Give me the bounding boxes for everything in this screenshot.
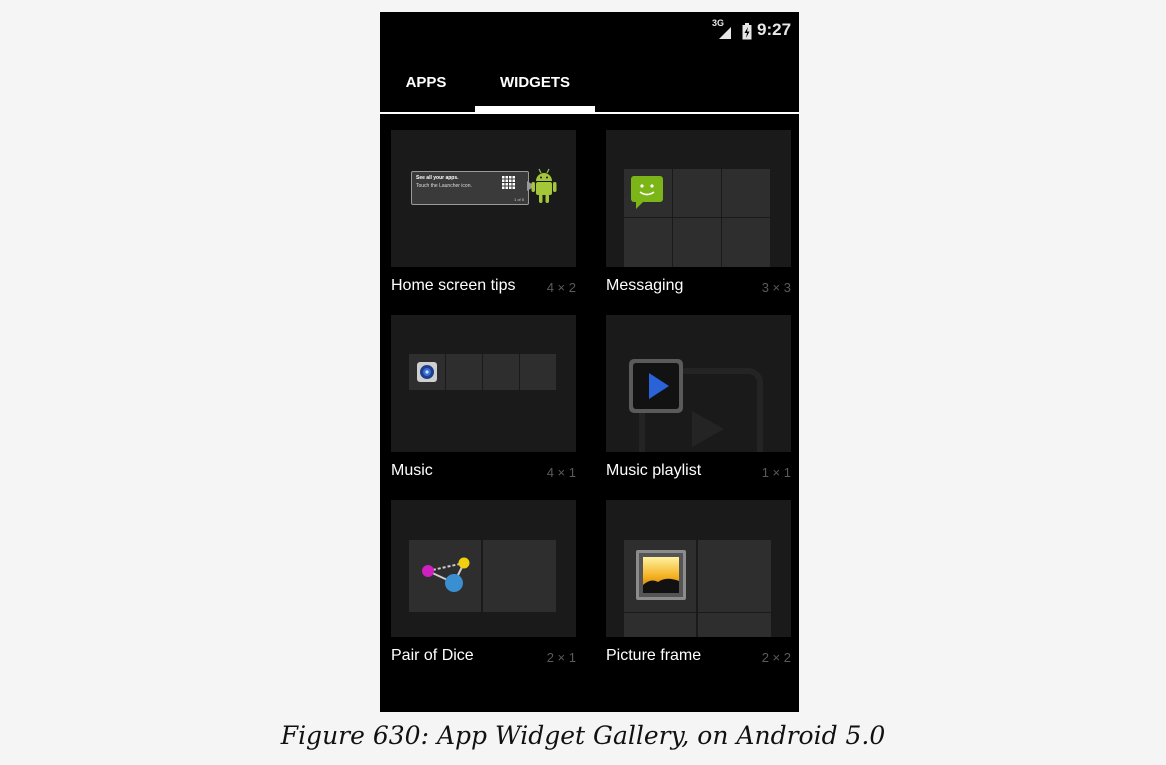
tab-apps[interactable]: APPS <box>380 52 486 113</box>
widget-size: 3 × 3 <box>761 280 791 295</box>
widget-preview <box>606 315 791 452</box>
figure-caption: Figure 630: App Widget Gallery, on Andro… <box>280 721 886 750</box>
tips-line-2: Touch the Launcher icon. <box>416 183 472 189</box>
widget-size: 2 × 1 <box>546 650 576 665</box>
widget-name: Messaging <box>606 277 684 294</box>
play-icon <box>629 359 683 413</box>
signal-icon <box>719 27 731 39</box>
widget-pair-of-dice[interactable]: Pair of Dice 2 × 1 <box>391 500 576 675</box>
widget-name: Home screen tips <box>391 277 516 294</box>
widget-size: 4 × 2 <box>546 280 576 295</box>
picture-frame-icon <box>636 550 686 600</box>
tab-divider <box>380 112 799 114</box>
widget-home-screen-tips[interactable]: See all your apps. Touch the Launcher ic… <box>391 130 576 305</box>
dice-molecule-icon <box>422 557 470 592</box>
widget-size: 2 × 2 <box>761 650 791 665</box>
tab-bar: APPS WIDGETS <box>380 52 799 113</box>
speaker-icon <box>417 362 437 382</box>
widget-music[interactable]: Music 4 × 1 <box>391 315 576 490</box>
status-bar: 3G 9:27 <box>380 12 799 50</box>
widget-preview <box>391 315 576 452</box>
widget-size: 1 × 1 <box>761 465 791 480</box>
widget-name: Music <box>391 462 433 479</box>
phone-screen: 3G 9:27 APPS WIDGETS See all your apps. … <box>380 12 799 712</box>
widget-name: Pair of Dice <box>391 647 474 664</box>
widget-preview <box>606 500 791 637</box>
android-robot-icon <box>531 168 557 203</box>
status-clock: 9:27 <box>757 20 792 39</box>
tab-widgets-label: WIDGETS <box>500 74 570 91</box>
widget-messaging[interactable]: Messaging 3 × 3 <box>606 130 791 305</box>
widget-name: Music playlist <box>606 462 702 479</box>
tips-line-1: See all your apps. <box>416 175 459 181</box>
launcher-grid-icon <box>502 176 515 189</box>
widget-preview <box>606 130 791 267</box>
tab-widgets[interactable]: WIDGETS <box>475 52 595 113</box>
tab-apps-label: APPS <box>405 74 447 91</box>
battery-icon <box>742 23 752 40</box>
widget-preview: See all your apps. Touch the Launcher ic… <box>391 130 576 267</box>
widget-name: Picture frame <box>606 647 702 664</box>
widget-music-playlist[interactable]: Music playlist 1 × 1 <box>606 315 791 490</box>
tips-bubble: See all your apps. Touch the Launcher ic… <box>411 171 529 205</box>
widget-picture-frame[interactable]: Picture frame 2 × 2 <box>606 500 791 675</box>
messaging-icon <box>631 176 663 209</box>
widget-size: 4 × 1 <box>546 465 576 480</box>
tips-pager: 1 of 5 <box>513 197 524 202</box>
widget-preview <box>391 500 576 637</box>
